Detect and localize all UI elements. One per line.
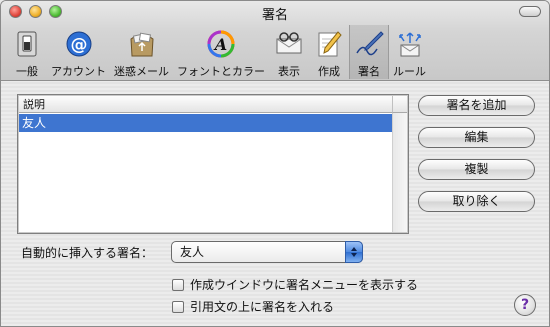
tab-composing[interactable]: 作成 <box>309 25 349 79</box>
auto-insert-label: 自動的に挿入する署名： <box>21 246 154 260</box>
tab-junk-mail[interactable]: 迷惑メール <box>110 25 173 79</box>
composing-pencil-icon <box>313 28 345 60</box>
tab-label: ルール <box>393 65 426 78</box>
above-quote-label: 引用文の上に署名を入れる <box>190 300 335 314</box>
tab-rules[interactable]: ルール <box>389 25 430 79</box>
tab-label: 迷惑メール <box>114 65 169 78</box>
tab-viewing[interactable]: 表示 <box>269 25 309 79</box>
tab-accounts[interactable]: @ アカウント <box>47 25 110 79</box>
toolbar-toggle-button[interactable] <box>519 6 541 17</box>
window-title: 署名 <box>261 8 288 23</box>
above-quote-option[interactable]: 引用文の上に署名を入れる <box>172 298 334 315</box>
show-menu-label: 作成ウインドウに署名メニューを表示する <box>190 278 419 292</box>
add-signature-button[interactable]: 署名を追加 <box>418 95 535 116</box>
table-row[interactable]: 友人 <box>19 114 392 132</box>
tab-general[interactable]: 一般 <box>7 25 47 79</box>
svg-text:@: @ <box>70 35 87 55</box>
tab-label: アカウント <box>51 65 106 78</box>
svg-text:A: A <box>213 35 227 54</box>
junk-mail-bag-icon <box>126 28 158 60</box>
auto-insert-popup[interactable]: 友人 <box>171 241 363 263</box>
switch-icon <box>11 28 43 60</box>
remove-button[interactable]: 取り除く <box>418 191 535 212</box>
above-quote-checkbox[interactable] <box>172 300 184 313</box>
tab-label: 署名 <box>358 65 380 78</box>
rules-icon <box>394 28 426 60</box>
tab-label: 表示 <box>278 65 300 78</box>
preferences-window: 署名 一般 @ アカウント 迷惑メール A フォントとカラー 表示 作成 署名 … <box>0 0 550 327</box>
viewing-icon <box>273 28 305 60</box>
updown-arrows-icon <box>345 241 363 263</box>
signature-pen-icon <box>353 28 385 60</box>
vertical-scrollbar[interactable] <box>392 113 407 232</box>
column-header-corner <box>392 96 407 113</box>
auto-insert-value: 友人 <box>180 245 205 259</box>
show-menu-checkbox[interactable] <box>172 278 184 291</box>
title-toolbar: 署名 一般 @ アカウント 迷惑メール A フォントとカラー 表示 作成 署名 … <box>1 1 549 81</box>
tab-fonts-colors[interactable]: A フォントとカラー <box>173 25 269 79</box>
tab-signatures[interactable]: 署名 <box>349 25 389 79</box>
font-color-icon: A <box>205 28 237 60</box>
tab-label: フォントとカラー <box>177 65 265 78</box>
duplicate-button[interactable]: 複製 <box>418 159 535 180</box>
signature-table[interactable]: 説明 友人 <box>17 94 409 234</box>
toolbar: 一般 @ アカウント 迷惑メール A フォントとカラー 表示 作成 署名 ルール <box>7 25 430 79</box>
tab-label: 作成 <box>318 65 340 78</box>
help-button[interactable]: ? <box>514 294 536 316</box>
at-sign-icon: @ <box>63 28 95 60</box>
tab-label: 一般 <box>16 65 38 78</box>
show-menu-option[interactable]: 作成ウインドウに署名メニューを表示する <box>172 276 418 293</box>
edit-button[interactable]: 編集 <box>418 127 535 148</box>
column-header-description[interactable]: 説明 <box>19 96 392 113</box>
